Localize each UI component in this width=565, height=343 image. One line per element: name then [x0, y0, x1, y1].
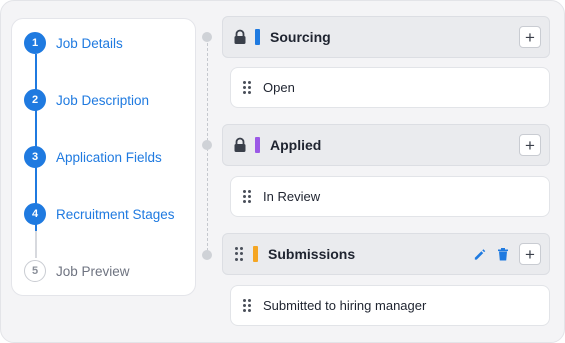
timeline-dot [202, 32, 212, 42]
status-label: Open [263, 80, 295, 95]
step-label: Application Fields [56, 149, 162, 165]
step-number: 4 [24, 203, 46, 225]
step-job-preview[interactable]: 5 Job Preview [24, 259, 130, 283]
step-recruitment-stages[interactable]: 4 Recruitment Stages [24, 202, 175, 226]
lock-icon [233, 29, 247, 45]
step-label: Job Preview [56, 263, 130, 279]
delete-icon[interactable] [493, 244, 513, 264]
status-card-open[interactable]: Open [230, 67, 550, 108]
stage-title: Submissions [268, 246, 356, 262]
stepper-remaining-line [35, 231, 37, 258]
timeline-dot [202, 250, 212, 260]
edit-icon[interactable] [469, 244, 489, 264]
step-number: 5 [24, 260, 46, 282]
step-application-fields[interactable]: 3 Application Fields [24, 145, 162, 169]
lock-icon [233, 137, 247, 153]
status-card-submitted[interactable]: Submitted to hiring manager [230, 285, 550, 326]
drag-handle-icon[interactable] [243, 298, 251, 313]
status-label: In Review [263, 189, 321, 204]
stage-header-submissions: Submissions + [222, 233, 550, 275]
wizard-stepper: 1 Job Details 2 Job Description 3 Applic… [11, 18, 196, 296]
add-status-button[interactable]: + [519, 26, 541, 48]
drag-handle-icon[interactable] [235, 247, 243, 261]
status-label: Submitted to hiring manager [263, 298, 427, 313]
add-status-button[interactable]: + [519, 243, 541, 265]
stage-title: Sourcing [270, 29, 331, 45]
step-number: 1 [24, 32, 46, 54]
stage-header-sourcing: Sourcing + [222, 16, 550, 58]
add-status-button[interactable]: + [519, 134, 541, 156]
timeline-dot [202, 140, 212, 150]
status-card-in-review[interactable]: In Review [230, 176, 550, 217]
stage-title: Applied [270, 137, 322, 153]
step-job-description[interactable]: 2 Job Description [24, 88, 149, 112]
stage-color-marker [253, 246, 258, 262]
stage-color-marker [255, 29, 260, 45]
step-job-details[interactable]: 1 Job Details [24, 31, 123, 55]
stage-color-marker [255, 137, 260, 153]
step-number: 2 [24, 89, 46, 111]
step-number: 3 [24, 146, 46, 168]
drag-handle-icon[interactable] [243, 189, 251, 204]
step-label: Job Description [56, 92, 150, 108]
step-label: Recruitment Stages [56, 206, 175, 222]
step-label: Job Details [56, 35, 123, 51]
drag-handle-icon[interactable] [243, 80, 251, 95]
stage-header-applied: Applied + [222, 124, 550, 166]
